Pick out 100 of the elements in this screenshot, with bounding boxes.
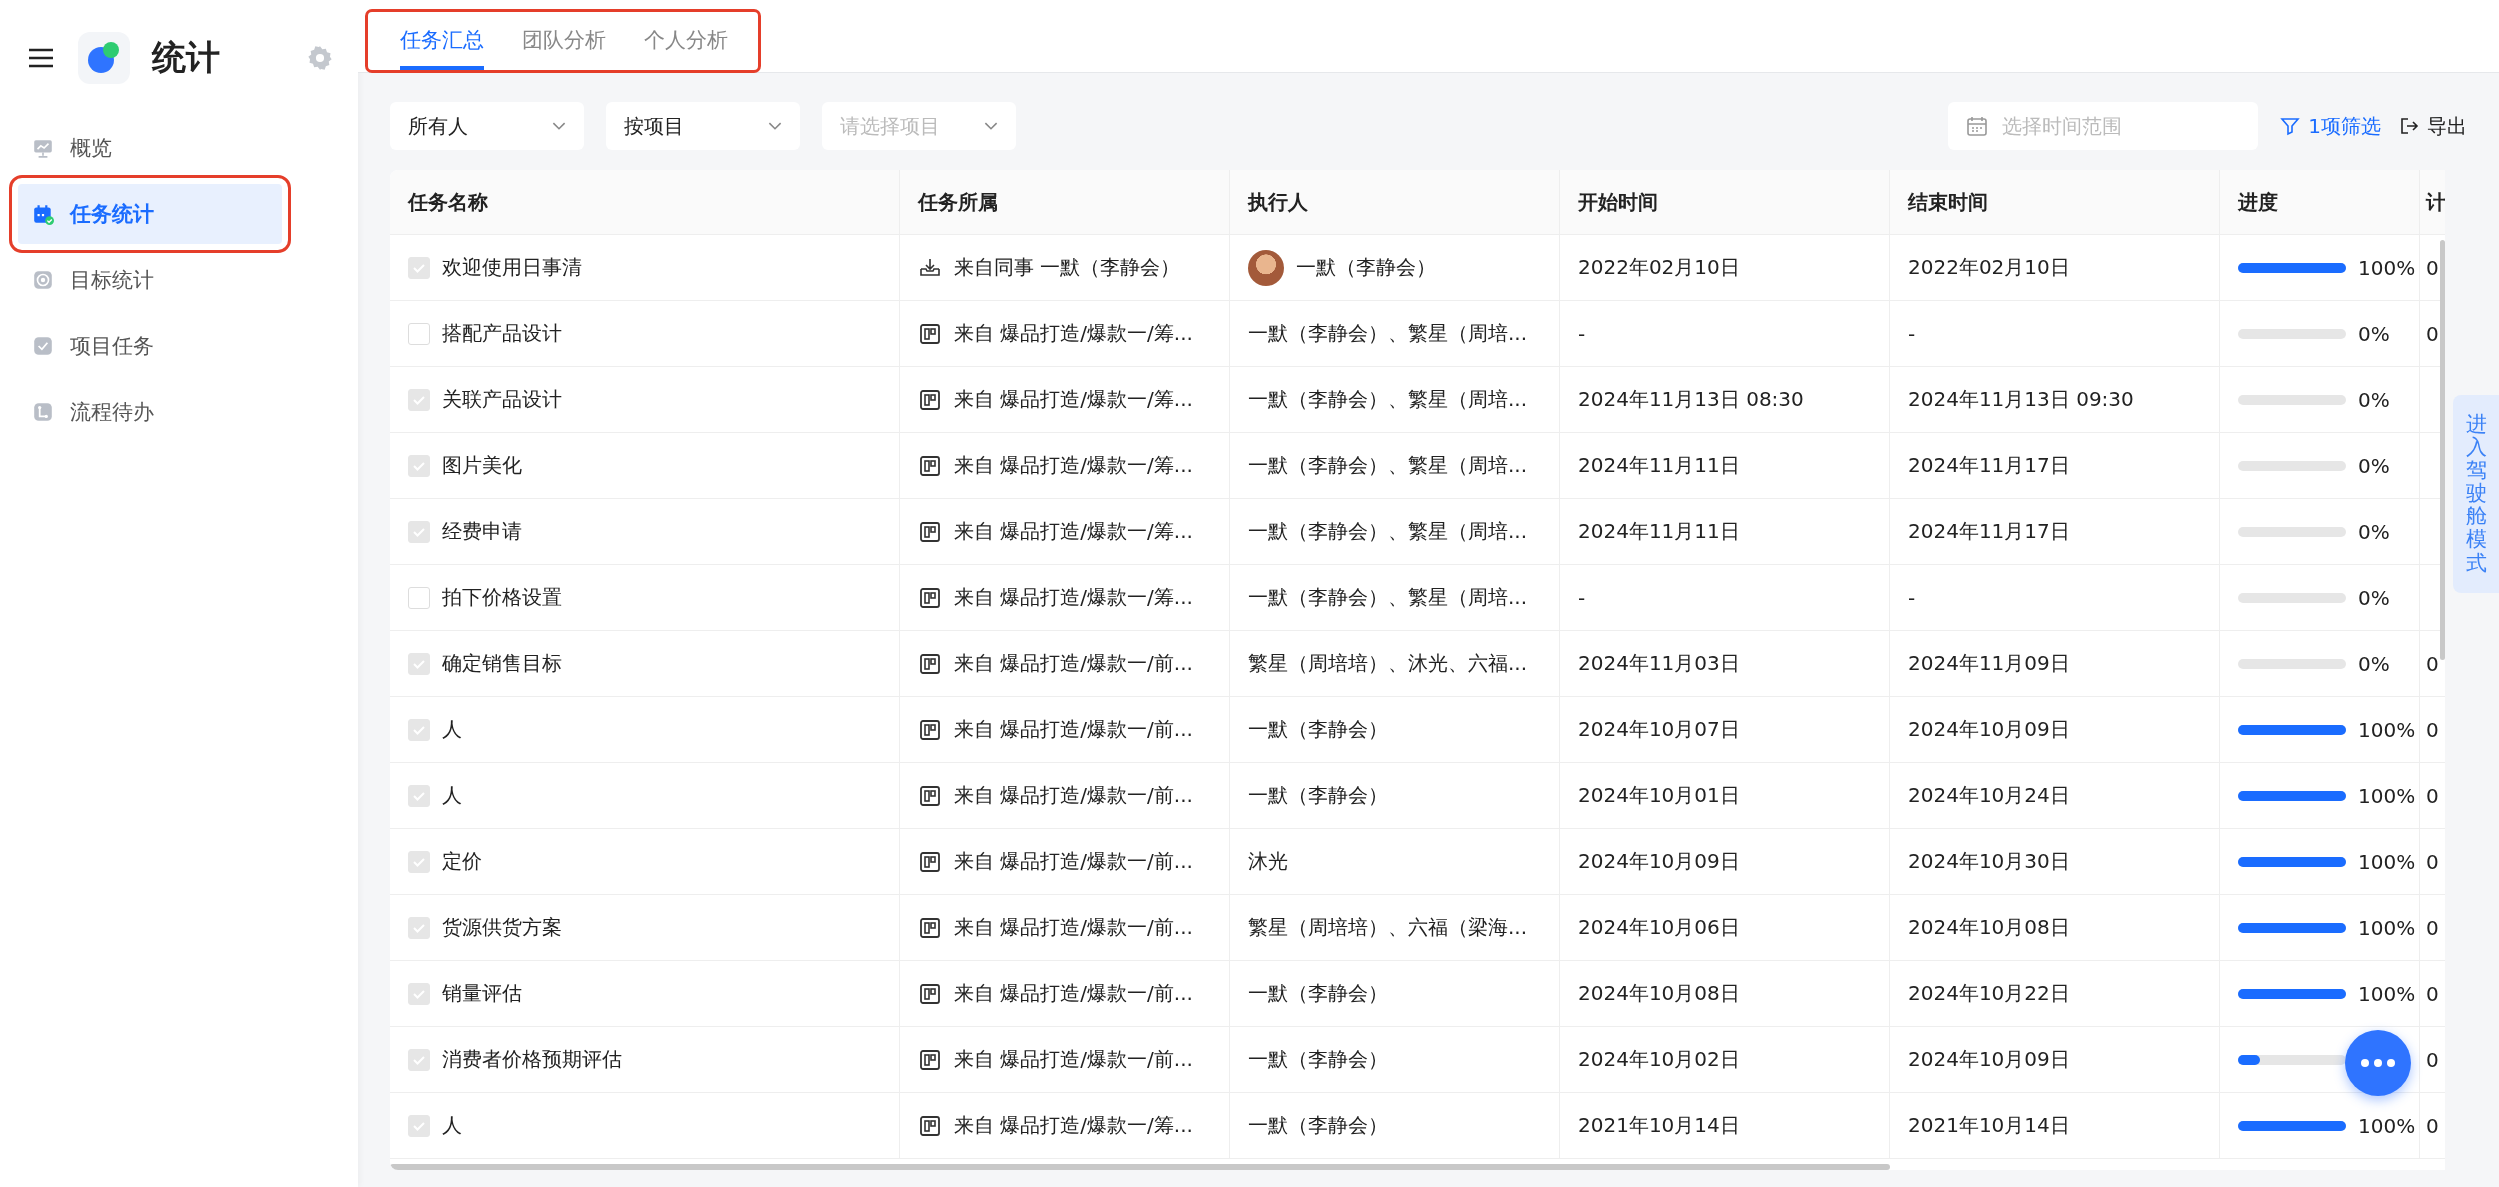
column-header: 开始时间 [1560, 170, 1890, 235]
checkbox[interactable] [408, 520, 430, 543]
progress-percent: 0% [2358, 651, 2390, 676]
task-name: 消费者价格预期评估 [442, 1046, 622, 1073]
task-name: 拍下价格设置 [442, 584, 562, 611]
checkbox-icon [32, 335, 54, 357]
task-name: 经费申请 [442, 518, 522, 545]
table-cell: 2024年10月08日 [1890, 895, 2220, 961]
task-name: 人 [442, 1112, 462, 1139]
sidebar-item[interactable]: 项目任务 [18, 316, 340, 376]
checkbox[interactable] [408, 322, 430, 345]
table-cell: 2024年11月11日 [1560, 433, 1890, 499]
table-cell: 0 [2426, 981, 2439, 1006]
table-cell: 2024年10月08日 [1560, 961, 1890, 1027]
table-cell: 2024年11月17日 [1890, 433, 2220, 499]
checkbox[interactable] [408, 982, 430, 1005]
table-cell: 2024年10月07日 [1560, 697, 1890, 763]
export-button[interactable]: 导出 [2399, 112, 2467, 140]
board-icon [918, 321, 942, 346]
table-cell: 2024年11月09日 [1890, 631, 2220, 697]
tab[interactable]: 任务汇总 [400, 12, 484, 70]
calendar-icon [1966, 115, 1989, 137]
ellipsis-icon [2360, 1058, 2396, 1068]
task-name: 图片美化 [442, 452, 522, 479]
settings-icon[interactable] [306, 44, 334, 72]
task-name: 人 [442, 782, 462, 809]
table-cell: 2024年11月03日 [1560, 631, 1890, 697]
sidebar-item[interactable]: 目标统计 [18, 250, 340, 310]
checkbox[interactable] [408, 916, 430, 939]
menu-icon[interactable] [28, 47, 54, 69]
assignee-text: 一默（李静会） [1248, 1046, 1388, 1073]
select-field[interactable]: 按项目 [606, 102, 800, 150]
column-header: 执行人 [1230, 170, 1560, 235]
checkbox[interactable] [408, 454, 430, 477]
board-icon [918, 387, 942, 412]
table-cell: 0 [2426, 849, 2439, 874]
checkbox[interactable] [408, 1114, 430, 1137]
progress-percent: 0% [2358, 585, 2390, 610]
filter-icon [2280, 116, 2301, 136]
assignee-text: 繁星（周培培）、六福（梁海... [1248, 914, 1528, 941]
board-icon [918, 453, 942, 478]
column-header: 任务所属 [900, 170, 1230, 235]
source-text: 来自 爆品打造/爆款一/前... [954, 650, 1193, 677]
table-cell: - [1560, 565, 1890, 631]
checkbox[interactable] [408, 1048, 430, 1071]
task-name: 搭配产品设计 [442, 320, 562, 347]
task-name: 关联产品设计 [442, 386, 562, 413]
table-cell: 2021年10月14日 [1560, 1093, 1890, 1159]
source-text: 来自同事 一默（李静会） [954, 254, 1181, 281]
sidebar-item[interactable]: 流程待办 [18, 382, 340, 442]
table-cell: - [1560, 301, 1890, 367]
board-icon [918, 519, 942, 544]
assignee-text: 一默（李静会） [1248, 716, 1388, 743]
caret-icon [768, 121, 782, 131]
table-cell: 0 [2426, 783, 2439, 808]
assignee-text: 一默（李静会）、繁星（周培... [1248, 584, 1528, 611]
source-text: 来自 爆品打造/爆款一/前... [954, 848, 1193, 875]
caret-icon [552, 121, 566, 131]
checkbox[interactable] [408, 718, 430, 741]
checkbox[interactable] [408, 652, 430, 675]
assignee-text: 一默（李静会）、繁星（周培... [1248, 518, 1528, 545]
assignee-text: 一默（李静会） [1296, 254, 1436, 281]
filter-link[interactable]: 1项筛选 [2280, 112, 2381, 140]
source-text: 来自 爆品打造/爆款一/前... [954, 980, 1193, 1007]
sidebar-item[interactable]: 概览 [18, 118, 340, 178]
cockpit-mode-tab[interactable]: 进入驾驶舱模式 [2453, 395, 2499, 593]
progress-percent: 0% [2358, 453, 2390, 478]
board-icon [918, 585, 942, 610]
table-cell: 0 [2426, 915, 2439, 940]
board-icon [918, 915, 942, 940]
flow-icon [32, 401, 54, 423]
checkbox[interactable] [408, 784, 430, 807]
source-text: 来自 爆品打造/爆款一/前... [954, 716, 1193, 743]
table-cell: 2024年10月02日 [1560, 1027, 1890, 1093]
board-icon [918, 717, 942, 742]
calendar-icon [32, 203, 54, 225]
app-logo [78, 32, 130, 84]
assignee-text: 一默（李静会） [1248, 782, 1388, 809]
table-cell: 2024年10月24日 [1890, 763, 2220, 829]
table-cell: 0 [2426, 255, 2439, 280]
export-icon [2399, 116, 2419, 136]
table-cell: - [1890, 565, 2220, 631]
checkbox[interactable] [408, 388, 430, 411]
checkbox[interactable] [408, 850, 430, 873]
assignee-text: 沐光 [1248, 848, 1288, 875]
table-cell: 2022年02月10日 [1560, 235, 1890, 301]
tab[interactable]: 团队分析 [522, 12, 606, 70]
select-field[interactable]: 所有人 [390, 102, 584, 150]
table-cell: 2021年10月14日 [1890, 1093, 2220, 1159]
checkbox[interactable] [408, 586, 430, 609]
table-cell: 2024年10月30日 [1890, 829, 2220, 895]
source-text: 来自 爆品打造/爆款一/筹... [954, 386, 1193, 413]
assignee-text: 一默（李静会）、繁星（周培... [1248, 320, 1528, 347]
tab[interactable]: 个人分析 [644, 12, 728, 70]
checkbox[interactable] [408, 256, 430, 279]
progress-percent: 0% [2358, 321, 2390, 346]
column-header: 计 [2420, 170, 2445, 235]
task-name: 定价 [442, 848, 482, 875]
task-name: 确定销售目标 [442, 650, 562, 677]
board-icon [918, 651, 942, 676]
